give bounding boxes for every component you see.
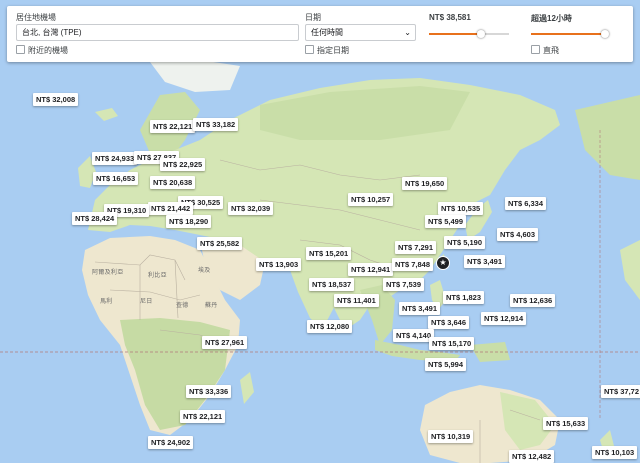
price-marker[interactable]: NT$ 12,636 bbox=[510, 294, 556, 307]
price-marker[interactable]: NT$ 37,72 bbox=[601, 385, 640, 398]
price-marker[interactable]: NT$ 6,334 bbox=[505, 197, 547, 210]
price-marker[interactable]: NT$ 33,336 bbox=[186, 385, 232, 398]
price-marker[interactable]: NT$ 27,961 bbox=[202, 336, 248, 349]
duration-slider-handle[interactable] bbox=[601, 30, 610, 38]
price-marker[interactable]: NT$ 5,994 bbox=[425, 358, 467, 371]
price-marker[interactable]: NT$ 24,933 bbox=[92, 152, 138, 165]
origin-input[interactable]: 台北, 台灣 (TPE) bbox=[16, 24, 299, 41]
country-label-mali: 馬利 bbox=[100, 299, 113, 305]
price-marker[interactable]: NT$ 20,638 bbox=[150, 176, 196, 189]
price-marker[interactable]: NT$ 15,633 bbox=[543, 417, 589, 430]
price-marker[interactable]: NT$ 11,401 bbox=[334, 294, 379, 307]
price-marker[interactable]: NT$ 15,170 bbox=[429, 337, 475, 350]
duration-filter-label: 超過12小時 bbox=[531, 14, 572, 23]
price-marker[interactable]: NT$ 12,080 bbox=[307, 320, 353, 333]
price-marker[interactable]: NT$ 22,925 bbox=[160, 158, 206, 171]
price-marker[interactable]: NT$ 13,903 bbox=[256, 258, 302, 271]
world-map-shapes bbox=[0, 60, 640, 463]
price-marker[interactable]: NT$ 3,646 bbox=[428, 316, 470, 329]
date-select-value: 任何時間 bbox=[311, 28, 343, 37]
date-select[interactable]: 任何時間 ⌄ bbox=[305, 24, 416, 41]
filter-panel: 居住地機場 台北, 台灣 (TPE) 附近的機場 日期 任何時間 ⌄ 指定日期 … bbox=[7, 6, 633, 62]
price-marker[interactable]: NT$ 32,008 bbox=[33, 93, 79, 106]
price-slider-fill bbox=[429, 33, 481, 35]
country-label-libya: 利比亞 bbox=[148, 273, 167, 279]
price-marker[interactable]: NT$ 22,121 bbox=[150, 120, 196, 133]
specific-date-checkbox[interactable] bbox=[305, 45, 314, 54]
nearby-airports-label: 附近的機場 bbox=[28, 46, 68, 55]
nonstop-checkbox[interactable] bbox=[531, 45, 540, 54]
price-marker[interactable]: NT$ 4,140 bbox=[393, 329, 435, 342]
price-marker[interactable]: NT$ 22,121 bbox=[180, 410, 226, 423]
price-marker[interactable]: NT$ 10,103 bbox=[592, 446, 638, 459]
price-marker[interactable]: NT$ 10,319 bbox=[428, 430, 474, 443]
price-marker[interactable]: NT$ 18,290 bbox=[166, 215, 212, 228]
country-label-sudan: 蘇丹 bbox=[205, 303, 218, 309]
map-canvas[interactable]: 阿爾及利亞 利比亞 埃及 馬利 查德 蘇丹 尼日 ★ NT$ 32,008 NT… bbox=[0, 0, 640, 463]
origin-label: 居住地機場 bbox=[16, 13, 56, 22]
price-filter-label: NT$ 38,581 bbox=[429, 13, 471, 22]
price-marker[interactable]: NT$ 7,539 bbox=[383, 278, 425, 291]
star-icon[interactable]: ★ bbox=[436, 256, 450, 270]
chevron-down-icon: ⌄ bbox=[404, 28, 411, 37]
price-marker[interactable]: NT$ 24,902 bbox=[148, 436, 194, 449]
country-label-algeria: 阿爾及利亞 bbox=[92, 270, 124, 276]
price-marker[interactable]: NT$ 12,914 bbox=[481, 312, 527, 325]
price-marker[interactable]: NT$ 25,582 bbox=[197, 237, 243, 250]
price-marker[interactable]: NT$ 1,823 bbox=[443, 291, 485, 304]
price-marker[interactable]: NT$ 19,650 bbox=[402, 177, 448, 190]
price-marker[interactable]: NT$ 5,190 bbox=[444, 236, 486, 249]
specific-date-label: 指定日期 bbox=[317, 46, 349, 55]
duration-slider-fill bbox=[531, 33, 606, 35]
price-marker[interactable]: NT$ 15,201 bbox=[306, 247, 352, 260]
country-label-niger: 尼日 bbox=[140, 299, 153, 305]
date-label: 日期 bbox=[305, 13, 321, 22]
price-marker[interactable]: NT$ 4,603 bbox=[497, 228, 539, 241]
price-marker[interactable]: NT$ 7,291 bbox=[395, 241, 437, 254]
price-marker[interactable]: NT$ 33,182 bbox=[193, 118, 239, 131]
price-marker[interactable]: NT$ 10,257 bbox=[348, 193, 394, 206]
country-label-egypt: 埃及 bbox=[198, 268, 211, 274]
price-marker[interactable]: NT$ 10,535 bbox=[438, 202, 484, 215]
price-marker[interactable]: NT$ 7,848 bbox=[392, 258, 434, 271]
price-marker[interactable]: NT$ 3,491 bbox=[464, 255, 506, 268]
price-marker[interactable]: NT$ 12,941 bbox=[348, 263, 394, 276]
nearby-airports-checkbox[interactable] bbox=[16, 45, 25, 54]
country-label-chad: 查德 bbox=[176, 303, 189, 309]
price-marker[interactable]: NT$ 28,424 bbox=[72, 212, 118, 225]
price-marker[interactable]: NT$ 18,537 bbox=[309, 278, 355, 291]
price-slider-handle[interactable] bbox=[477, 30, 485, 38]
price-marker[interactable]: NT$ 21,442 bbox=[148, 202, 194, 215]
price-marker[interactable]: NT$ 5,499 bbox=[425, 215, 467, 228]
price-marker[interactable]: NT$ 16,653 bbox=[93, 172, 139, 185]
price-marker[interactable]: NT$ 12,482 bbox=[509, 450, 555, 463]
nonstop-label: 直飛 bbox=[543, 46, 559, 55]
price-marker[interactable]: NT$ 32,039 bbox=[228, 202, 274, 215]
price-marker[interactable]: NT$ 3,491 bbox=[399, 302, 441, 315]
